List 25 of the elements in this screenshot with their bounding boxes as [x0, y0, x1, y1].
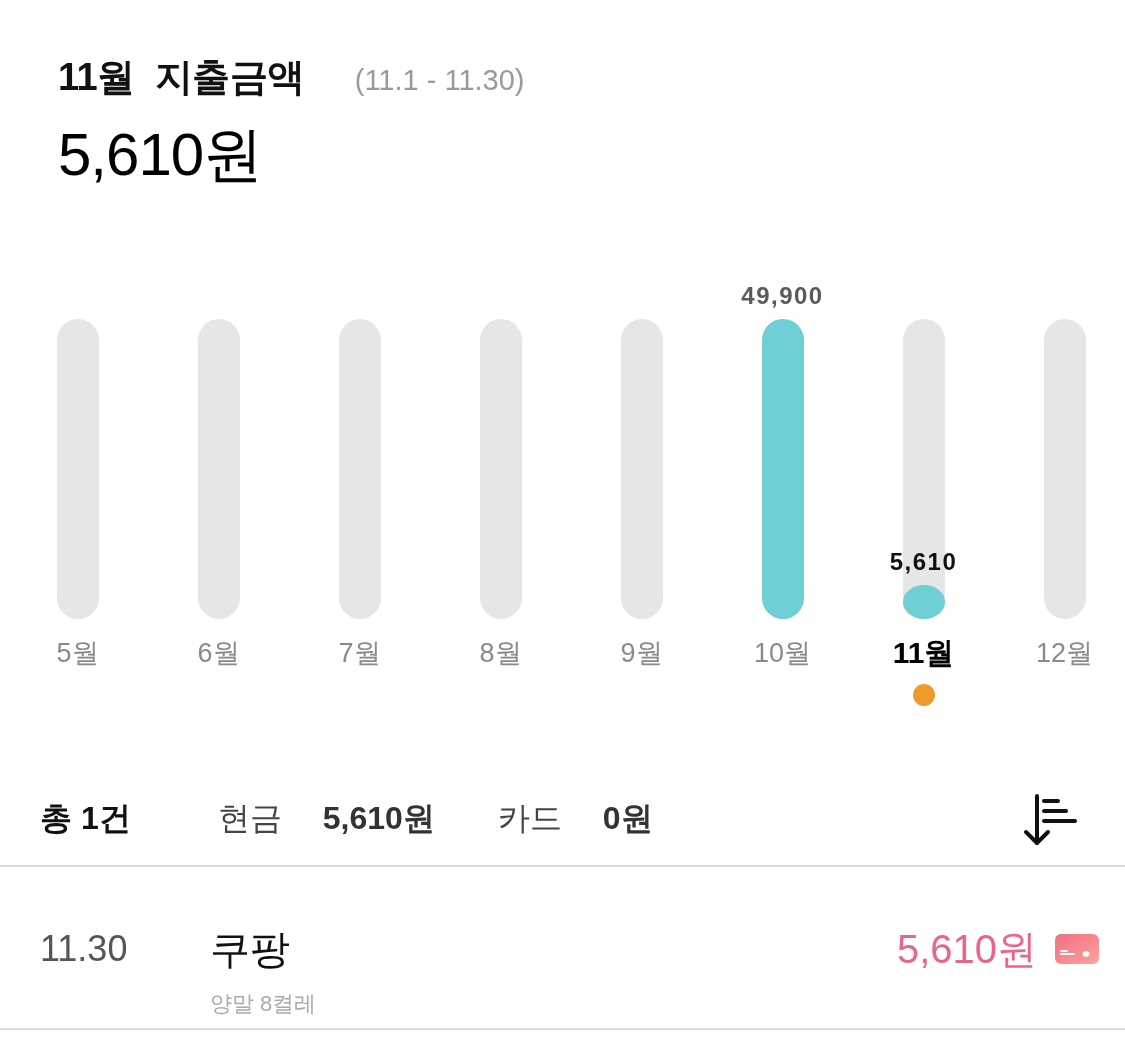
transaction-memo: 양말 8켤레: [210, 990, 317, 1018]
bar-value-label: 49,900: [741, 282, 824, 310]
sort-icon: [1022, 792, 1078, 846]
month-label[interactable]: 9월: [620, 635, 663, 671]
cash-label: 현금: [217, 799, 282, 838]
card-amount: 0원: [602, 799, 653, 838]
transaction-amount: 5,610원: [896, 926, 1037, 973]
month-label[interactable]: 8월: [479, 635, 522, 671]
banknote-icon: [1055, 934, 1099, 964]
transaction-date: 11.30: [40, 927, 128, 971]
sort-button[interactable]: [1022, 792, 1078, 846]
summary-count: 총 1건: [40, 799, 131, 838]
month-label[interactable]: 7월: [338, 635, 381, 671]
merchant-name: 쿠팡: [210, 926, 290, 973]
month-label[interactable]: 10월: [753, 635, 811, 671]
month-label[interactable]: 11월: [892, 635, 955, 671]
month-label[interactable]: 12월: [1035, 635, 1093, 671]
total-amount: 5,610원: [58, 120, 263, 190]
cash-amount: 5,610원: [322, 799, 435, 838]
card-label: 카드: [497, 799, 562, 838]
period-text: (11.1 - 11.30): [354, 63, 525, 98]
header-title: 11월 지출금액: [58, 55, 305, 100]
month-label[interactable]: 5월: [56, 635, 99, 671]
month-label[interactable]: 6월: [197, 635, 240, 671]
bar-value-label: 5,610: [889, 548, 958, 577]
